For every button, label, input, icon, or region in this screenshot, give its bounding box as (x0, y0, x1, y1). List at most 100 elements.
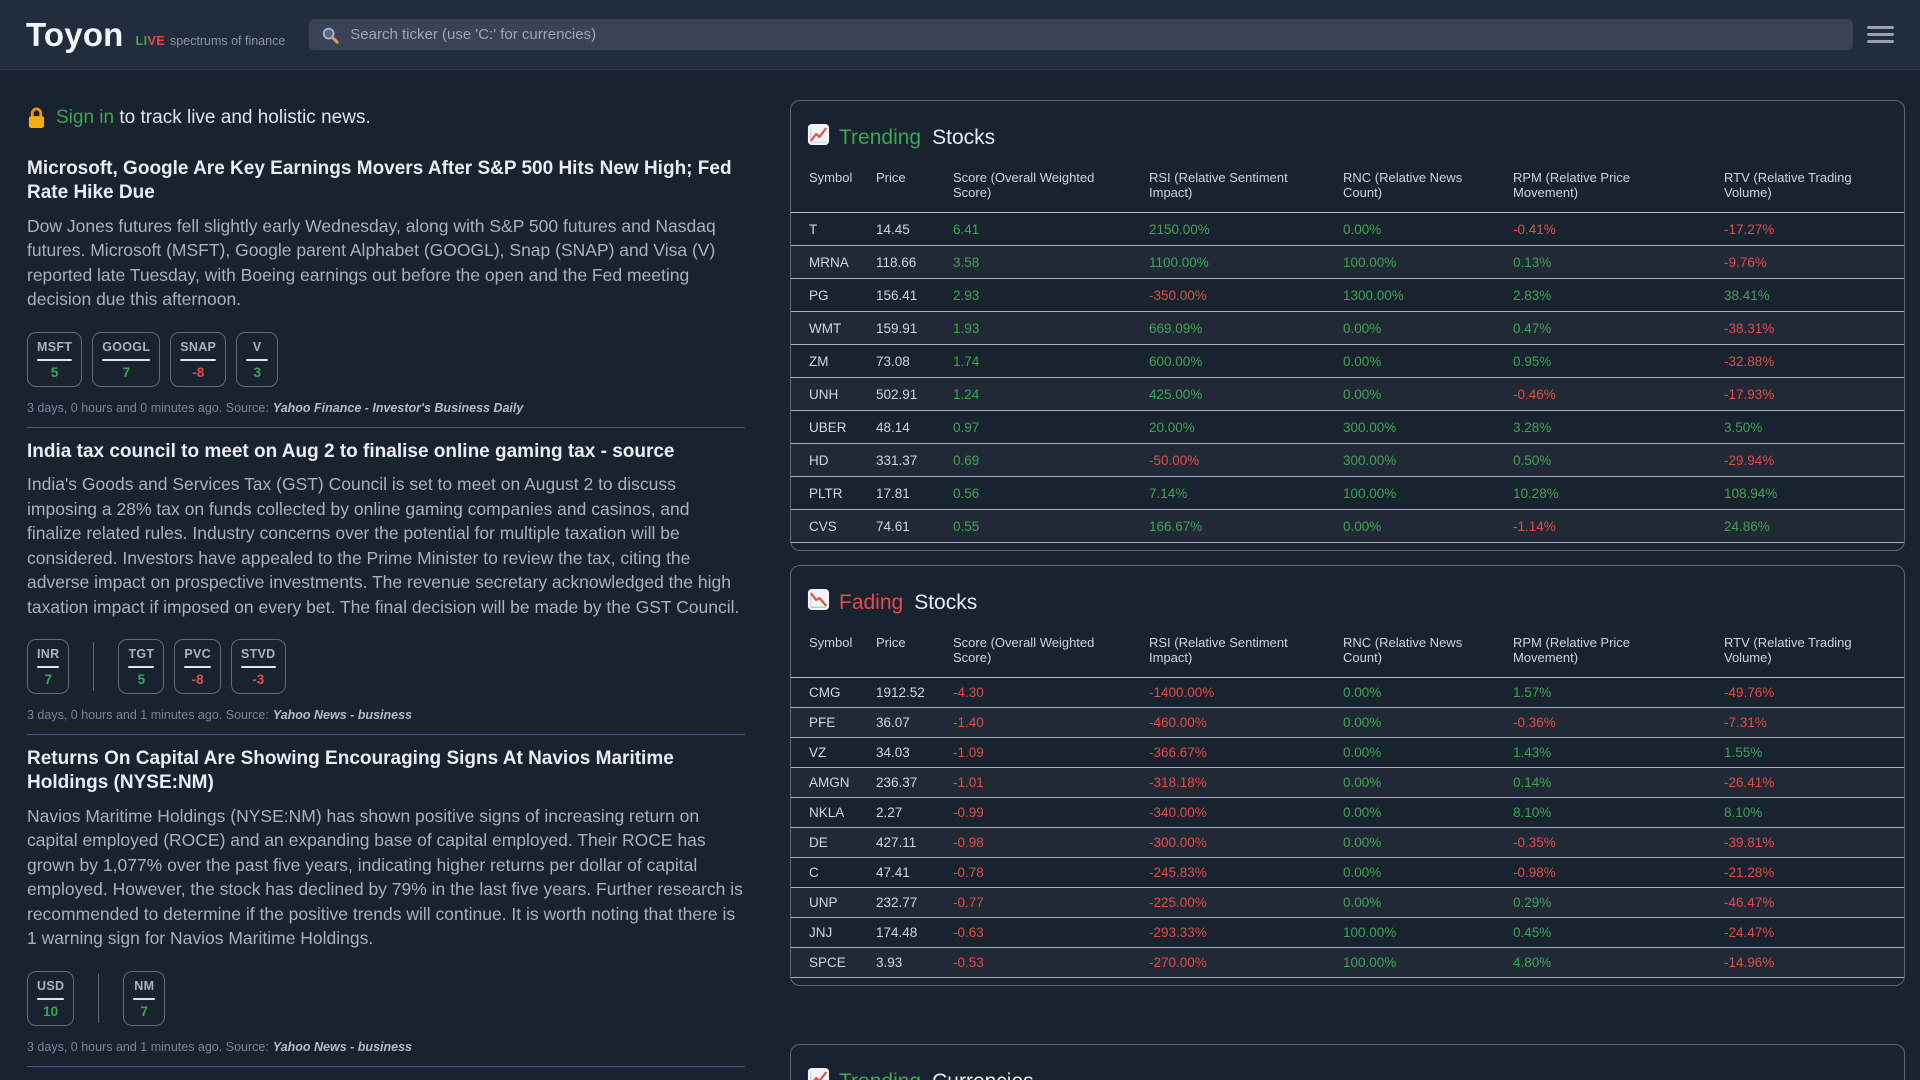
score-cell: -0.63 (935, 918, 1131, 948)
tag-group-divider (98, 974, 99, 1023)
price-cell: 118.66 (858, 246, 935, 279)
panel-title-rest: Stocks (932, 126, 995, 150)
rnc-cell: 0.00% (1325, 678, 1495, 708)
symbol-cell: MRNA (791, 246, 858, 279)
rtv-cell: 3.50% (1706, 411, 1904, 444)
rpm-cell: 0.95% (1495, 345, 1706, 378)
rtv-cell: -9.76% (1706, 246, 1904, 279)
stock-row[interactable]: PFE36.07-1.40-460.00%0.00%-0.36%-7.31% (791, 708, 1904, 738)
stock-row[interactable]: HD331.370.69-50.00%300.00%0.50%-29.94% (791, 444, 1904, 477)
rpm-cell: -1.14% (1495, 510, 1706, 543)
stock-row[interactable]: UBER48.140.9720.00%300.00%3.28%3.50% (791, 411, 1904, 444)
score-cell: 0.69 (935, 444, 1131, 477)
ticker-tag[interactable]: TGT5 (118, 639, 164, 694)
ticker-tag[interactable]: MSFT5 (27, 332, 82, 387)
stock-row[interactable]: MRNA118.663.581100.00%100.00%0.13%-9.76% (791, 246, 1904, 279)
rpm-cell: 0.47% (1495, 312, 1706, 345)
stock-row[interactable]: PG156.412.93-350.00%1300.00%2.83%38.41% (791, 279, 1904, 312)
symbol-cell: DE (791, 828, 858, 858)
score-cell: 1.24 (935, 378, 1131, 411)
ticker-score: 5 (138, 672, 146, 687)
stock-row[interactable]: ZM73.081.74600.00%0.00%0.95%-32.88% (791, 345, 1904, 378)
rsi-cell: 7.14% (1131, 477, 1325, 510)
ticker-tag[interactable]: USD10 (27, 971, 74, 1026)
ticker-symbol: MSFT (37, 340, 72, 354)
app-logo[interactable]: Toyon (26, 18, 124, 51)
symbol-cell: PG (791, 279, 858, 312)
stock-row[interactable]: SPCE3.93-0.53-270.00%100.00%4.80%-14.96% (791, 948, 1904, 978)
score-cell: -4.30 (935, 678, 1131, 708)
stock-row[interactable]: CVS74.610.55166.67%0.00%-1.14%24.86% (791, 510, 1904, 543)
price-cell: 427.11 (858, 828, 935, 858)
rtv-cell: -32.88% (1706, 345, 1904, 378)
column-header: RPM (Relative Price Movement) (1495, 164, 1706, 213)
ticker-tag[interactable]: NM7 (123, 971, 165, 1026)
rsi-cell: -293.33% (1131, 918, 1325, 948)
article-headline[interactable]: Returns On Capital Are Showing Encouragi… (27, 747, 745, 795)
stock-row[interactable]: PLTR17.810.567.14%100.00%10.28%108.94% (791, 477, 1904, 510)
rpm-cell: -0.41% (1495, 213, 1706, 246)
panel-title: TrendingStocks (791, 101, 1904, 164)
rpm-cell: -0.36% (1495, 708, 1706, 738)
rnc-cell: 300.00% (1325, 444, 1495, 477)
stock-row[interactable]: AMGN236.37-1.01-318.18%0.00%0.14%-26.41% (791, 768, 1904, 798)
symbol-cell: PLTR (791, 477, 858, 510)
rnc-cell: 0.00% (1325, 828, 1495, 858)
score-cell: -0.53 (935, 948, 1131, 978)
tag-group-divider (93, 642, 94, 691)
ticker-tag[interactable]: SNAP-8 (170, 332, 226, 387)
stock-row[interactable]: C47.41-0.78-245.83%0.00%-0.98%-21.28% (791, 858, 1904, 888)
stock-row[interactable]: DE427.11-0.98-300.00%0.00%-0.35%-39.81% (791, 828, 1904, 858)
column-header: Price (858, 629, 935, 678)
symbol-cell: HD (791, 444, 858, 477)
symbol-cell: VZ (791, 738, 858, 768)
trending-stocks-panel: TrendingStocks SymbolPriceScore (Overall… (790, 100, 1905, 551)
signin-link[interactable]: Sign in (56, 107, 114, 128)
stock-row[interactable]: UNH502.911.24425.00%0.00%-0.46%-17.93% (791, 378, 1904, 411)
rpm-cell: 1.57% (1495, 678, 1706, 708)
article-headline[interactable]: India tax council to meet on Aug 2 to fi… (27, 440, 745, 464)
rnc-cell: 100.00% (1325, 246, 1495, 279)
price-cell: 17.81 (858, 477, 935, 510)
rtv-cell: -39.81% (1706, 828, 1904, 858)
article-body: India's Goods and Services Tax (GST) Cou… (27, 472, 745, 619)
main-content: Sign in to track live and holistic news.… (0, 70, 1920, 1080)
rtv-cell: -46.47% (1706, 888, 1904, 918)
menu-button[interactable] (1867, 22, 1894, 47)
price-cell: 331.37 (858, 444, 935, 477)
logo-subtitle: LIVE spectrums of finance (136, 34, 286, 51)
ticker-symbol: STVD (241, 647, 276, 661)
stock-row[interactable]: JNJ174.48-0.63-293.33%100.00%0.45%-24.47… (791, 918, 1904, 948)
rnc-cell: 0.00% (1325, 213, 1495, 246)
stock-row[interactable]: NKLA2.27-0.99-340.00%0.00%8.10%8.10% (791, 798, 1904, 828)
price-cell: 48.14 (858, 411, 935, 444)
rtv-cell: -26.41% (1706, 768, 1904, 798)
stock-row[interactable]: T14.456.412150.00%0.00%-0.41%-17.27% (791, 213, 1904, 246)
search-input[interactable] (348, 25, 1841, 44)
rpm-cell: 4.80% (1495, 948, 1706, 978)
stock-row[interactable]: UNP232.77-0.77-225.00%0.00%0.29%-46.47% (791, 888, 1904, 918)
stock-row[interactable]: VZ34.03-1.09-366.67%0.00%1.43%1.55% (791, 738, 1904, 768)
price-cell: 34.03 (858, 738, 935, 768)
ticker-tags: INR7 TGT5PVC-8STVD-3 (27, 639, 745, 694)
score-cell: -1.01 (935, 768, 1131, 798)
ticker-tag[interactable]: GOOGL7 (92, 332, 160, 387)
price-cell: 156.41 (858, 279, 935, 312)
column-header: RPM (Relative Price Movement) (1495, 629, 1706, 678)
ticker-tag[interactable]: PVC-8 (174, 639, 221, 694)
panel-title-rest: Stocks (914, 591, 977, 615)
ticker-tag[interactable]: V3 (236, 332, 278, 387)
rtv-cell: -7.31% (1706, 708, 1904, 738)
rsi-cell: -270.00% (1131, 948, 1325, 978)
stock-row[interactable]: CMG1912.52-4.30-1400.00%0.00%1.57%-49.76… (791, 678, 1904, 708)
ticker-symbol: SNAP (180, 340, 216, 354)
ticker-tag[interactable]: STVD-3 (231, 639, 286, 694)
score-cell: -0.98 (935, 828, 1131, 858)
ticker-tag[interactable]: INR7 (27, 639, 69, 694)
symbol-cell: JNJ (791, 918, 858, 948)
article-headline[interactable]: Microsoft, Google Are Key Earnings Mover… (27, 157, 745, 205)
rsi-cell: -225.00% (1131, 888, 1325, 918)
stock-row[interactable]: WMT159.911.93669.09%0.00%0.47%-38.31% (791, 312, 1904, 345)
rsi-cell: 166.67% (1131, 510, 1325, 543)
search-bar[interactable] (309, 19, 1853, 50)
